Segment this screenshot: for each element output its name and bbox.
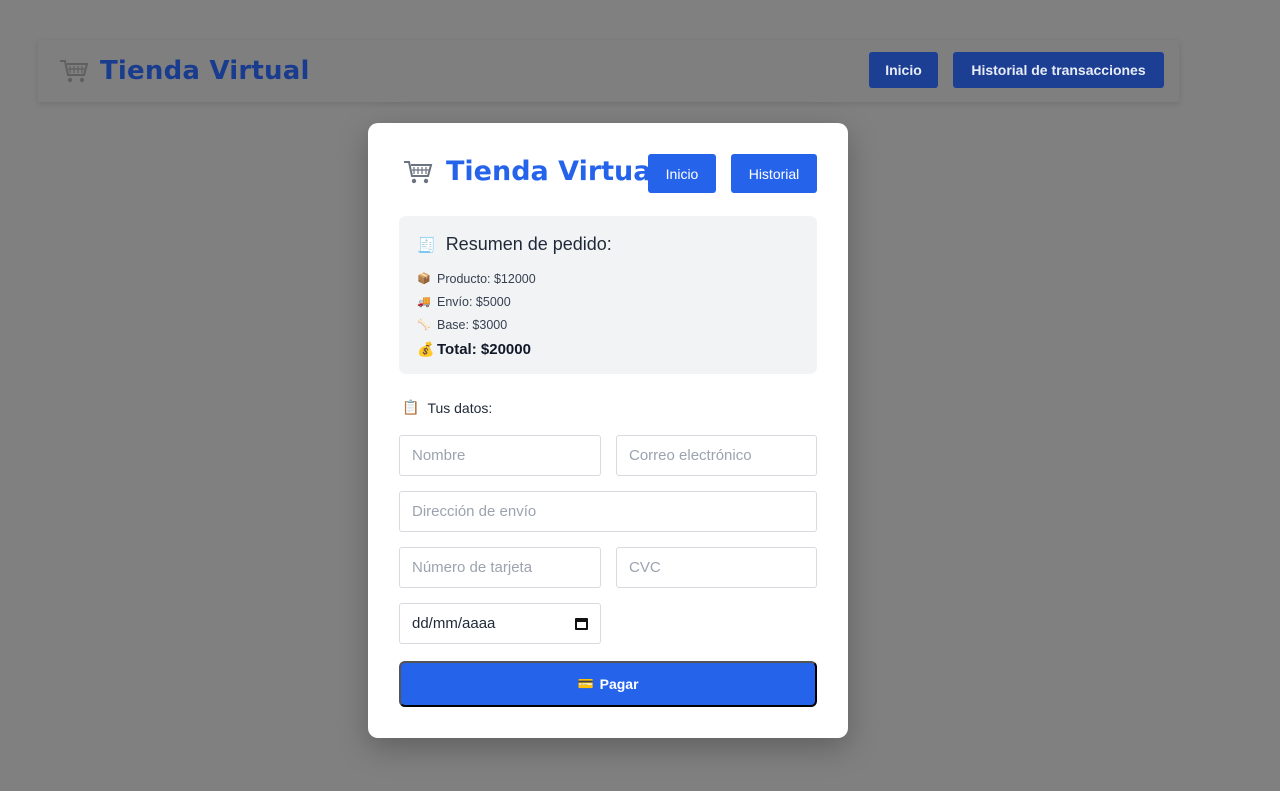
brand-title: Tienda Virtual (100, 56, 310, 86)
cart-icon (60, 60, 89, 83)
money-bag-icon: 💰 (417, 341, 435, 357)
modal-inicio-button[interactable]: Inicio (648, 154, 716, 193)
summary-envio: 🚚 Envío: $5000 (417, 294, 511, 309)
nav-inicio-button[interactable]: Inicio (869, 52, 938, 88)
credit-card-icon: 💳 (577, 676, 594, 691)
receipt-icon: 🧾 (417, 236, 436, 254)
form-section-title: 📋 Tus datos: (402, 399, 493, 416)
pagar-button[interactable]: 💳 Pagar (399, 661, 817, 707)
summary-total: 💰 Total: $20000 (417, 341, 531, 358)
nombre-input[interactable]: Nombre (399, 435, 601, 476)
order-summary: 🧾 Resumen de pedido: 📦 Producto: $12000 … (399, 216, 817, 374)
clipboard-icon: 📋 (402, 399, 420, 415)
modal-brand-title: Tienda Virtual (446, 156, 661, 187)
tarjeta-input[interactable]: Número de tarjeta (399, 547, 601, 588)
fecha-value: dd/mm/aaaa (412, 615, 496, 632)
bone-icon: 🦴 (417, 319, 431, 331)
nav-historial-button[interactable]: Historial de transacciones (953, 52, 1164, 88)
calendar-icon[interactable] (575, 617, 588, 630)
modal-historial-button[interactable]: Historial (731, 154, 817, 193)
cart-icon (404, 160, 433, 183)
summary-base: 🦴 Base: $3000 (417, 317, 508, 332)
summary-title: 🧾 Resumen de pedido: (417, 234, 612, 254)
fecha-input[interactable]: dd/mm/aaaa (399, 603, 601, 644)
checkout-modal: Tienda Virtual Inicio Historial 🧾 Resume… (368, 123, 848, 738)
cvc-input[interactable]: CVC (616, 547, 817, 588)
box-icon: 📦 (417, 273, 431, 285)
summary-producto: 📦 Producto: $12000 (417, 271, 536, 286)
modal-header: Tienda Virtual (402, 156, 661, 187)
direccion-input[interactable]: Dirección de envío (399, 491, 817, 532)
truck-icon: 🚚 (417, 296, 431, 308)
correo-input[interactable]: Correo electrónico (616, 435, 817, 476)
